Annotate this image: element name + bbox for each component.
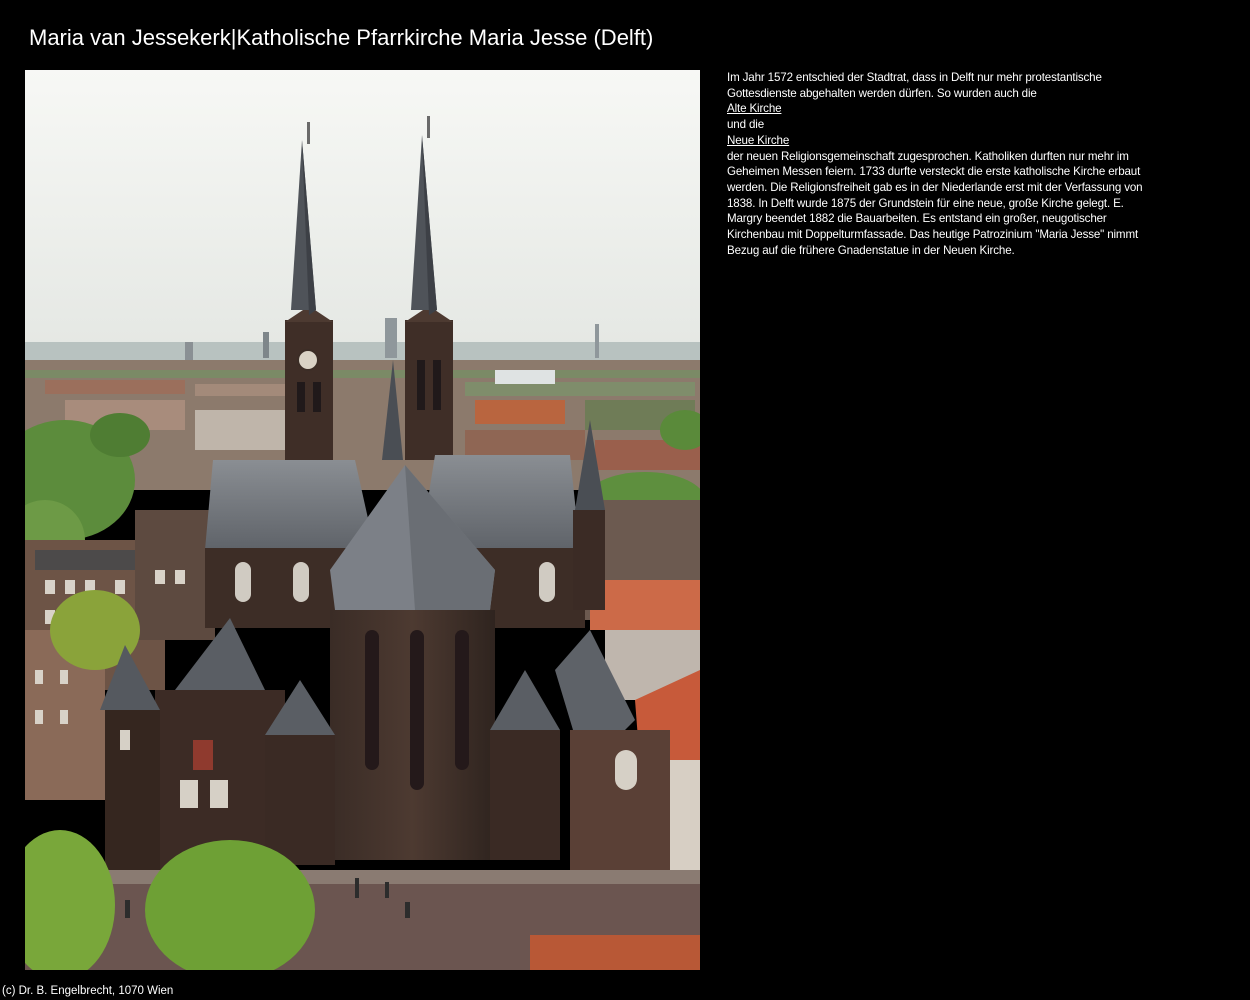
- copyright-footer: (c) Dr. B. Engelbrecht, 1070 Wien: [2, 985, 174, 997]
- description: Im Jahr 1572 entschied der Stadtrat, das…: [727, 70, 1152, 258]
- link-alte-kirche[interactable]: Alte Kirche: [727, 101, 1152, 117]
- description-text-1: Im Jahr 1572 entschied der Stadtrat, das…: [727, 71, 1102, 100]
- description-text-3: der neuen Religionsgemeinschaft zugespro…: [727, 149, 1143, 257]
- page-title: Maria van Jessekerk|Katholische Pfarrkir…: [29, 25, 654, 50]
- church-photo: [25, 70, 700, 970]
- link-neue-kirche[interactable]: Neue Kirche: [727, 133, 1152, 149]
- description-text-2: und die: [727, 118, 764, 132]
